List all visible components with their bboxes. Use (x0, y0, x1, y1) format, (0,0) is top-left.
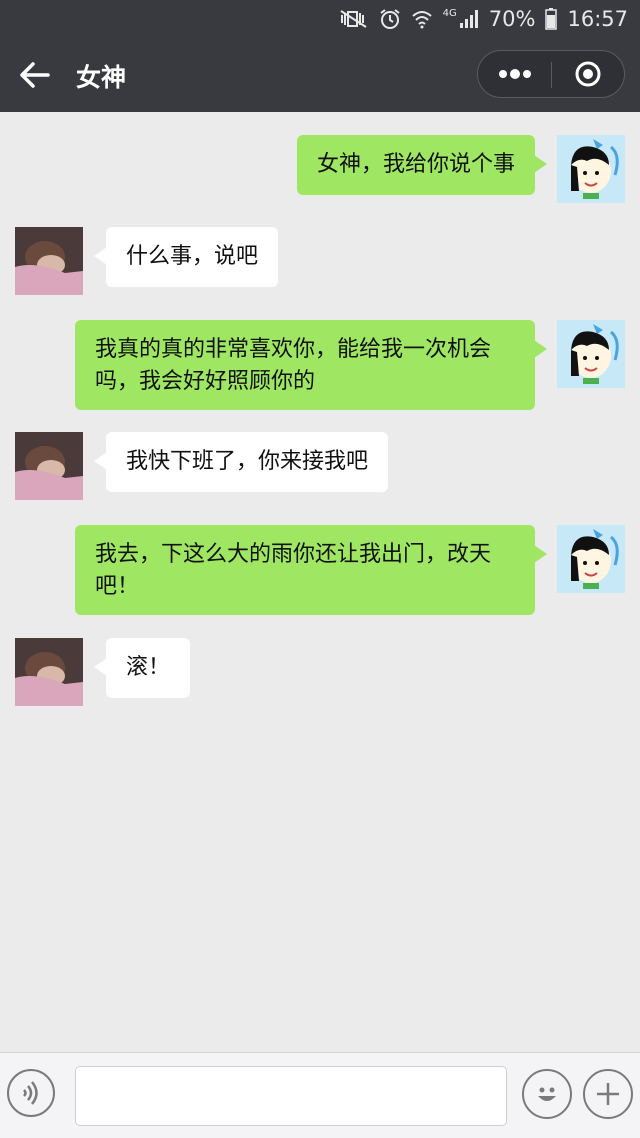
message-text: 我快下班了，你来接我吧 (126, 449, 369, 474)
chat-area[interactable]: 女神，我给你说个事 什么事，说吧 我真的真的非常喜欢你，能给我一次机会吗，我会好… (0, 112, 640, 1052)
more-dots-icon (498, 69, 531, 79)
wifi-icon (411, 9, 433, 29)
photo-avatar-icon (15, 432, 83, 500)
clock: 16:57 (567, 7, 628, 31)
alarm-icon (379, 8, 401, 30)
battery-percent: 70% (488, 7, 536, 31)
my-avatar[interactable] (557, 320, 625, 388)
message-bubble-mine[interactable]: 我去，下这么大的雨你还让我出门，改天吧！ (75, 525, 547, 615)
close-target-icon (575, 61, 601, 87)
cartoon-avatar-icon (557, 135, 625, 203)
cartoon-avatar-icon (557, 320, 625, 388)
message-bubble-contact[interactable]: 什么事，说吧 (93, 227, 279, 287)
battery-icon (545, 8, 558, 30)
photo-avatar-icon (15, 227, 83, 295)
contact-avatar[interactable] (15, 227, 83, 295)
nav-bar: 女神 (0, 38, 640, 112)
contact-avatar[interactable] (15, 432, 83, 500)
back-arrow-icon (20, 62, 50, 88)
photo-avatar-icon (15, 638, 83, 706)
input-bar (0, 1052, 640, 1138)
close-button[interactable] (552, 51, 624, 97)
chat-title: 女神 (76, 63, 127, 92)
message-bubble-mine[interactable]: 我真的真的非常喜欢你，能给我一次机会吗，我会好好照顾你的 (75, 320, 547, 410)
message-bubble-contact[interactable]: 滚！ (93, 638, 191, 698)
emoji-icon (538, 1087, 556, 1101)
more-button[interactable] (478, 51, 551, 97)
voice-icon (23, 1081, 38, 1105)
message-text: 女神，我给你说个事 (316, 152, 515, 177)
more-actions-button[interactable] (583, 1069, 633, 1119)
signal-icon (459, 9, 479, 29)
emoji-button[interactable] (522, 1069, 572, 1119)
contact-avatar[interactable] (15, 638, 83, 706)
status-bar: 4G 70% 16:57 (0, 0, 640, 38)
plus-icon (597, 1083, 619, 1105)
cartoon-avatar-icon (557, 525, 625, 593)
message-input[interactable] (75, 1066, 507, 1126)
my-avatar[interactable] (557, 135, 625, 203)
voice-button[interactable] (7, 1069, 55, 1117)
mini-program-capsule (477, 50, 625, 98)
my-avatar[interactable] (557, 525, 625, 593)
message-bubble-contact[interactable]: 我快下班了，你来接我吧 (93, 432, 389, 492)
network-type: 4G (442, 8, 457, 19)
mute-vibrate-icon (339, 9, 369, 29)
message-text: 滚！ (126, 655, 171, 680)
back-button[interactable] (18, 58, 58, 92)
message-text: 什么事，说吧 (126, 244, 259, 269)
message-text: 我去，下这么大的雨你还让我出门，改天吧！ (95, 542, 492, 599)
message-bubble-mine[interactable]: 女神，我给你说个事 (296, 135, 548, 195)
message-text: 我真的真的非常喜欢你，能给我一次机会吗，我会好好照顾你的 (95, 337, 492, 394)
